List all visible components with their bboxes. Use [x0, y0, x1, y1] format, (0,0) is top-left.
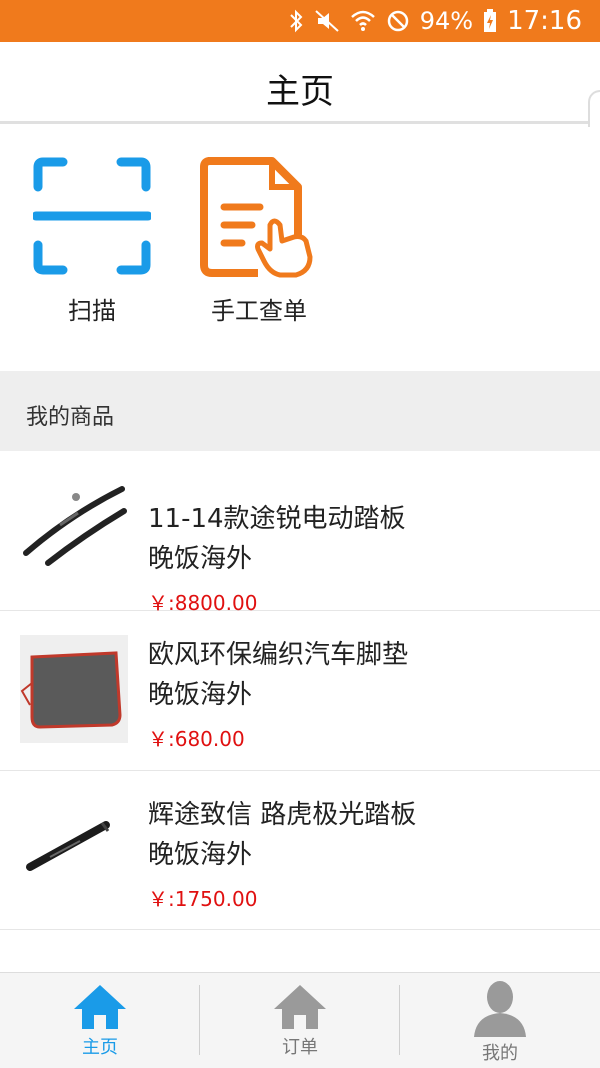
tab-profile-label: 我的 [482, 1043, 518, 1064]
tab-orders[interactable]: 订单 [200, 973, 400, 1068]
scan-button[interactable]: 扫描 [31, 157, 153, 326]
page-title: 主页 [266, 72, 334, 112]
product-seller: 晚饭海外 [148, 544, 253, 574]
section-header: 我的商品 [0, 371, 600, 451]
product-seller: 晚饭海外 [148, 840, 253, 870]
product-name: 辉途致信 路虎极光踏板 [148, 800, 417, 830]
manual-lookup-icon [198, 157, 320, 283]
mute-icon [314, 9, 340, 33]
scan-label: 扫描 [68, 297, 116, 325]
product-seller: 晚饭海外 [148, 680, 253, 710]
orders-home-icon [272, 983, 328, 1035]
product-row[interactable]: 11-14款途锐电动踏板 晚饭海外 ￥:8800.00 [0, 451, 600, 615]
bottom-tab-bar: 主页 订单 我的 [0, 972, 600, 1068]
product-price: ￥:1750.00 [148, 887, 258, 911]
manual-lookup-button[interactable]: 手工查单 [198, 157, 320, 326]
do-not-disturb-icon [386, 9, 410, 33]
clock: 17:16 [507, 6, 582, 36]
product-row[interactable]: 辉途致信 路虎极光踏板 晚饭海外 ￥:1750.00 [0, 771, 600, 930]
wiper-blades-icon [20, 475, 128, 583]
profile-icon [472, 979, 528, 1041]
car-mat-icon [20, 635, 128, 743]
tab-home[interactable]: 主页 [0, 973, 200, 1068]
product-name: 欧风环保编织汽车脚垫 [148, 640, 409, 670]
tab-orders-label: 订单 [282, 1037, 318, 1058]
manual-lookup-label: 手工查单 [211, 297, 307, 325]
bluetooth-icon [288, 9, 304, 33]
running-board-icon [20, 795, 128, 903]
product-price: ￥:680.00 [148, 727, 245, 751]
status-bar: 94% 17:16 [0, 0, 600, 42]
tab-profile[interactable]: 我的 [400, 973, 600, 1068]
product-name: 11-14款途锐电动踏板 [148, 504, 406, 534]
wifi-icon [350, 9, 376, 33]
product-row[interactable]: 欧风环保编织汽车脚垫 晚饭海外 ￥:680.00 [0, 611, 600, 771]
battery-charging-icon [483, 9, 497, 33]
home-icon [72, 983, 128, 1035]
product-list: 11-14款途锐电动踏板 晚饭海外 ￥:8800.00 欧风环保编织汽车脚垫 晚… [0, 451, 600, 930]
scan-icon [31, 157, 153, 279]
title-bar: 主页 [0, 42, 600, 124]
section-title: 我的商品 [26, 405, 115, 430]
quick-actions: 扫描 手工查单 [0, 127, 600, 371]
tab-home-label: 主页 [82, 1037, 118, 1058]
battery-percent: 94% [419, 7, 474, 35]
